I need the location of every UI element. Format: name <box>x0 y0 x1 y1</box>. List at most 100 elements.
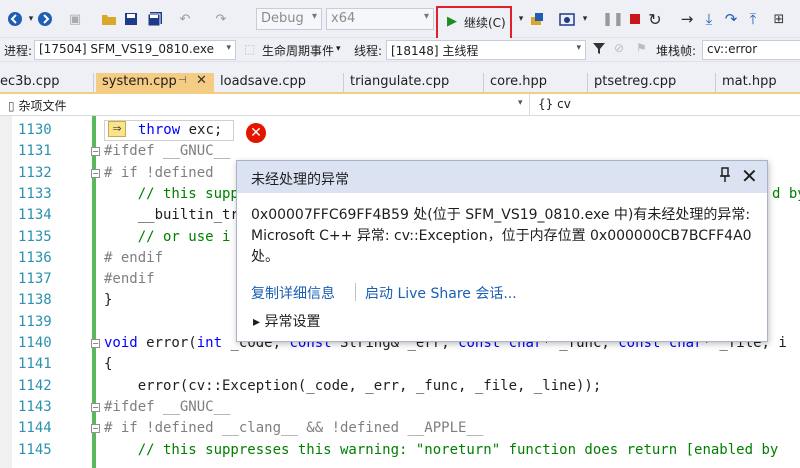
new-project-icon[interactable]: ▣ <box>66 10 84 28</box>
line-number: 1138 <box>18 292 52 309</box>
forward-icon[interactable] <box>36 10 54 28</box>
line-number: 1144 <box>18 420 52 437</box>
filter-clear-icon[interactable]: ⊘ <box>614 41 624 55</box>
chevron-down-icon: ▾ <box>423 11 429 22</box>
code-text: # if !defined <box>104 164 214 181</box>
code-text: # endif <box>104 249 164 266</box>
screenshot-icon[interactable] <box>558 10 576 28</box>
lifecycle-icon: ⬚ <box>244 42 256 56</box>
tab-triangulate-cpp[interactable]: triangulate.cpp <box>344 73 484 94</box>
code-line[interactable]: 1143 #ifdef __GNUC__ − <box>0 399 800 420</box>
code-line[interactable]: 1145 // this suppresses this warning: "n… <box>0 442 800 463</box>
hot-reload-icon[interactable] <box>528 10 546 28</box>
chevron-down-icon: ▾ <box>336 44 341 54</box>
code-text-tail: d by <box>772 185 800 202</box>
exception-message: 0x00007FFC69FF4B59 处(位于 SFM_VS19_0810.ex… <box>251 207 752 265</box>
screenshot-dropdown-icon[interactable]: ▾ <box>576 10 594 28</box>
code-text: #ifdef __GNUC__ <box>104 143 231 160</box>
collapse-icon[interactable]: − <box>91 424 100 434</box>
tab-mat-hpp[interactable]: mat.hpp <box>716 73 800 94</box>
line-number: 1142 <box>18 377 52 394</box>
code-text: #ifdef __GNUC__ <box>104 398 231 415</box>
collapse-icon[interactable]: − <box>91 402 100 412</box>
chevron-down-icon[interactable]: ▾ <box>518 98 523 108</box>
close-icon[interactable]: ✕ <box>741 164 758 188</box>
exception-settings-toggle[interactable]: ▸ 异常设置 <box>253 311 320 331</box>
platform-select[interactable]: x64 ▾ <box>326 8 434 30</box>
stackframe-label: 堆栈帧: <box>656 44 697 58</box>
step-out-icon[interactable]: ⤒ <box>744 10 762 28</box>
code-text: // or use i <box>104 228 231 245</box>
line-number: 1134 <box>18 207 52 224</box>
stackframe-select[interactable]: cv::error <box>702 40 800 60</box>
config-select[interactable]: Debug ▾ <box>256 8 322 30</box>
error-icon: ✕ <box>246 123 266 143</box>
tab-ec3b-cpp[interactable]: ec3b.cpp <box>0 73 94 94</box>
pin-icon[interactable]: ⊣ <box>178 75 187 86</box>
tab-ptsetreg-cpp[interactable]: ptsetreg.cpp <box>588 73 716 94</box>
line-number: 1140 <box>18 335 52 351</box>
line-number: 1141 <box>18 356 52 373</box>
tab-system-cpp[interactable]: system.cpp ⊣ ✕ <box>96 73 214 94</box>
line-number: 1131 <box>18 143 52 160</box>
copy-details-link[interactable]: 复制详细信息 <box>251 283 335 303</box>
collapse-icon[interactable]: − <box>91 147 100 157</box>
show-next-statement-icon[interactable]: → <box>678 10 696 28</box>
restart-icon[interactable]: ↻ <box>646 10 664 29</box>
line-number: 1139 <box>18 313 52 330</box>
line-number: 1133 <box>18 185 52 202</box>
step-over-icon[interactable]: ↷ <box>722 10 740 28</box>
misc-files-icon: ▯ <box>8 99 15 113</box>
scope-select[interactable]: ▯ 杂项文件 <box>0 94 530 116</box>
member-select[interactable]: {} cv <box>532 94 577 116</box>
popup-header: 未经处理的异常 ✕ <box>237 161 767 193</box>
link-separator <box>355 283 356 301</box>
namespace-icon: {} <box>538 97 554 111</box>
process-select[interactable]: [17504] SFM_VS19_0810.exe ▾ <box>34 40 236 60</box>
code-text: { <box>104 356 113 373</box>
collapse-icon[interactable]: − <box>91 168 100 178</box>
popup-title: 未经处理的异常 <box>251 172 349 188</box>
redo-icon[interactable]: ↷ <box>212 10 230 28</box>
filter-icon[interactable] <box>592 41 606 58</box>
flag-thread-icon[interactable]: ⚑ <box>636 41 647 55</box>
code-text: } <box>104 292 113 309</box>
code-line[interactable]: 1141 { <box>0 356 800 377</box>
open-file-icon[interactable] <box>100 10 118 28</box>
save-all-icon[interactable] <box>146 10 164 28</box>
pin-icon[interactable] <box>719 167 731 187</box>
tab-core-hpp[interactable]: core.hpp <box>484 73 588 94</box>
code-text: # if !defined __clang__ && !defined __AP… <box>104 420 484 437</box>
line-number: 1137 <box>18 271 52 288</box>
chevron-down-icon: ▾ <box>226 43 231 53</box>
code-line[interactable]: 1142 error(cv::Exception(_code, _err, _f… <box>0 378 800 399</box>
line-number: 1145 <box>18 441 52 458</box>
line-number: 1132 <box>18 164 52 181</box>
thread-select[interactable]: [18148] 主线程 ▾ <box>386 40 586 60</box>
code-text: // this supp <box>104 185 239 202</box>
code-text: __builtin_tr <box>104 207 239 224</box>
save-icon[interactable] <box>122 10 140 28</box>
start-live-share-link[interactable]: 启动 Live Share 会话... <box>365 283 517 303</box>
chevron-down-icon: ▾ <box>576 43 581 53</box>
pause-icon[interactable]: ❚❚ <box>602 10 624 28</box>
thread-label: 线程: <box>354 44 383 58</box>
undo-icon[interactable]: ↶ <box>176 10 194 28</box>
next-statement-icon: ⇒ <box>108 121 126 137</box>
collapse-icon[interactable]: − <box>91 339 100 348</box>
code-line[interactable]: 1144 # if !defined __clang__ && !defined … <box>0 420 800 441</box>
line-number: 1136 <box>18 249 52 266</box>
hex-display-icon[interactable]: ⊞ <box>770 10 788 28</box>
line-number: 1130 <box>18 122 52 138</box>
lifecycle-events-button[interactable]: 生命周期事件 <box>262 42 334 59</box>
line-number: 1135 <box>18 228 52 245</box>
tab-loadsave-cpp[interactable]: loadsave.cpp <box>214 73 344 94</box>
exception-helper-popup: 未经处理的异常 ✕ 0x00007FFC69FF4B59 处(位于 SFM_VS… <box>236 160 768 342</box>
step-into-icon[interactable]: ⤓ <box>700 10 718 28</box>
document-tabs: ec3b.cpp system.cpp ⊣ ✕ loadsave.cpp tri… <box>0 62 800 94</box>
chevron-down-icon: ▾ <box>311 11 317 22</box>
navigation-bar: ▯ 杂项文件 ▾ {} cv <box>0 94 800 116</box>
stop-icon[interactable] <box>626 10 644 28</box>
continue-button[interactable]: ▶ 继续(C) <box>436 6 512 40</box>
close-icon[interactable]: ✕ <box>196 73 207 88</box>
